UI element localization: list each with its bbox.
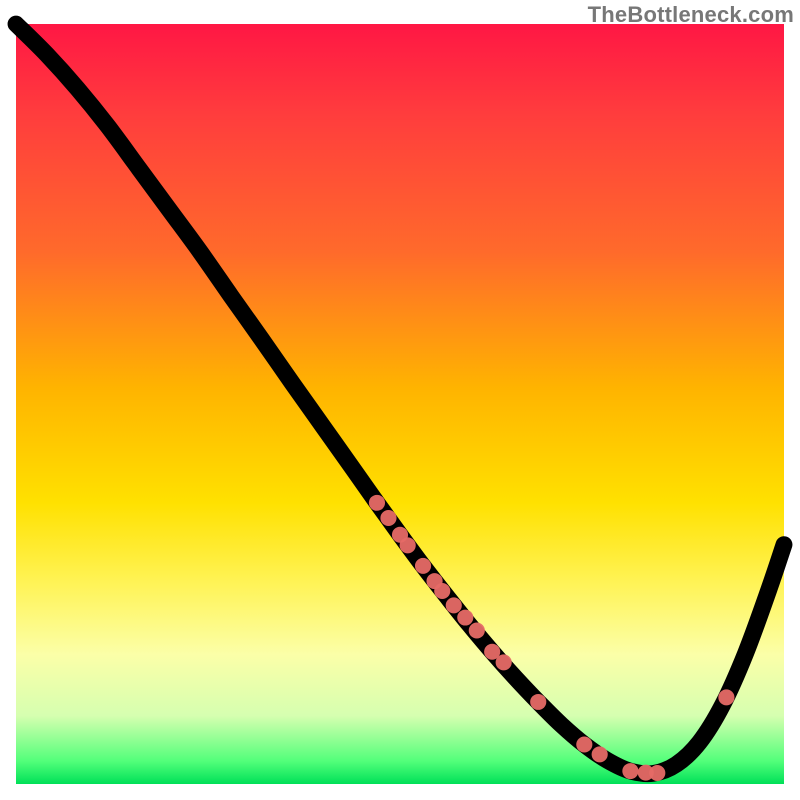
data-point <box>718 689 734 705</box>
data-points <box>369 495 735 781</box>
data-point <box>380 510 396 526</box>
chart-svg <box>16 24 784 784</box>
data-point <box>592 746 608 762</box>
data-point <box>446 597 462 613</box>
data-point <box>649 765 665 781</box>
data-point <box>434 583 450 599</box>
data-point <box>415 558 431 574</box>
data-point <box>400 537 416 553</box>
plot-area <box>16 24 784 784</box>
data-point <box>457 610 473 626</box>
data-point <box>496 654 512 670</box>
data-point <box>530 694 546 710</box>
data-point <box>369 495 385 511</box>
curve-line <box>16 24 784 774</box>
data-point <box>622 763 638 779</box>
data-point <box>469 623 485 639</box>
chart-container: TheBottleneck.com <box>0 0 800 800</box>
data-point <box>576 737 592 753</box>
